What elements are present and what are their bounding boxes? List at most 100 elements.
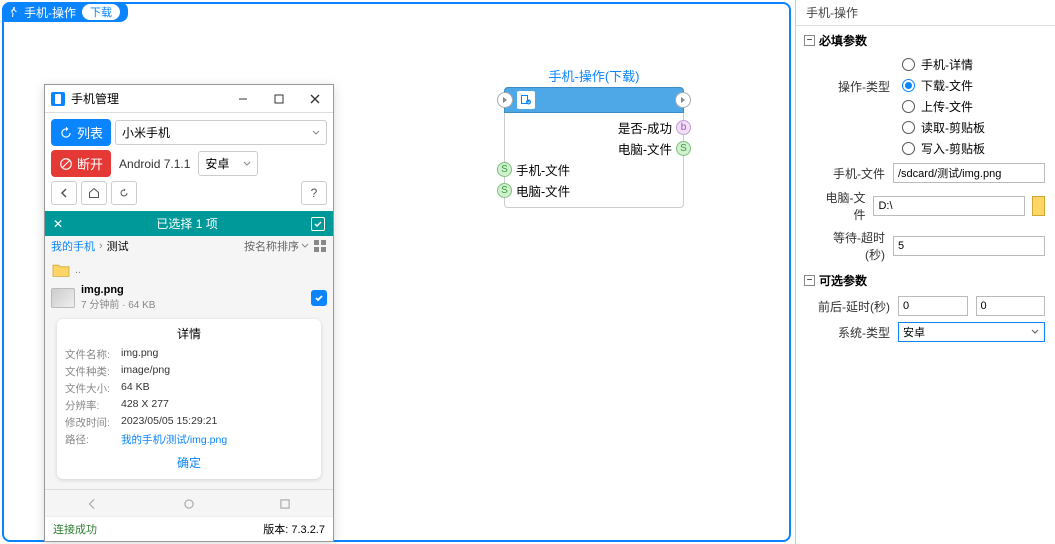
grid-view-icon[interactable] bbox=[313, 239, 327, 253]
node-input-row: S 手机-文件 bbox=[511, 159, 677, 180]
delay-before-input[interactable] bbox=[898, 296, 968, 316]
detail-label: 修改时间: bbox=[65, 415, 121, 430]
android-back-button[interactable] bbox=[78, 496, 108, 512]
selection-clear-button[interactable]: ✕ bbox=[53, 217, 63, 231]
detail-value: image/png bbox=[121, 364, 170, 379]
detail-label: 文件种类: bbox=[65, 364, 121, 379]
node-output-label: 电脑-文件 bbox=[618, 139, 672, 158]
radio-label: 下载-文件 bbox=[921, 77, 973, 94]
file-name: img.png bbox=[81, 284, 305, 296]
sys-type-select[interactable]: 安卓 bbox=[898, 322, 1045, 342]
pc-file-label: 电脑-文件 bbox=[818, 189, 865, 223]
delay-after-input[interactable] bbox=[976, 296, 1046, 316]
file-checkbox[interactable] bbox=[311, 290, 327, 306]
android-navbar bbox=[45, 489, 333, 516]
radio-icon bbox=[902, 58, 915, 71]
node-port-string[interactable]: S bbox=[497, 162, 512, 177]
folder-up-button[interactable]: .. bbox=[51, 260, 327, 280]
node-port-string[interactable]: S bbox=[497, 183, 512, 198]
node-input-label: 电脑-文件 bbox=[516, 181, 570, 200]
device-dropdown[interactable]: 小米手机 bbox=[115, 120, 327, 145]
node-title: 手机-操作(下载) bbox=[504, 66, 684, 85]
radio-phone-details[interactable]: 手机-详情 bbox=[902, 56, 985, 73]
nav-refresh-button[interactable] bbox=[111, 181, 137, 205]
detail-value: 428 X 277 bbox=[121, 398, 169, 413]
breadcrumb-root[interactable]: 我的手机 bbox=[51, 238, 95, 254]
selection-bar: ✕ 已选择 1 项 bbox=[45, 211, 333, 236]
file-thumbnail bbox=[51, 288, 75, 308]
section-optional[interactable]: − 可选参数 bbox=[796, 266, 1055, 293]
status-bar: 连接成功 版本: 7.3.2.7 bbox=[45, 516, 333, 541]
properties-panel: 手机-操作 − 必填参数 操作-类型 手机-详情 下载-文件 上传-文件 读取-… bbox=[795, 0, 1055, 544]
nav-back-button[interactable] bbox=[51, 181, 77, 205]
block-icon bbox=[59, 157, 73, 171]
node-port-bool[interactable]: b bbox=[676, 120, 691, 135]
detail-label: 分辨率: bbox=[65, 398, 121, 413]
connection-status: 连接成功 bbox=[53, 521, 97, 537]
folder-up-dots: .. bbox=[75, 264, 81, 276]
op-type-label: 操作-类型 bbox=[818, 56, 890, 95]
node-exec-in-port[interactable] bbox=[497, 92, 513, 108]
android-home-button[interactable] bbox=[174, 496, 204, 512]
node-exec-out-port[interactable] bbox=[675, 92, 691, 108]
version-label: 版本: 7.3.2.7 bbox=[263, 521, 325, 537]
flow-node[interactable]: 手机-操作(下载) 是否-成功 b 电脑-文件 S S 手机-文件 bbox=[504, 66, 684, 208]
os-type-value: 安卓 bbox=[205, 155, 229, 172]
os-version: Android 7.1.1 bbox=[115, 157, 194, 171]
disconnect-button[interactable]: 断开 bbox=[51, 150, 111, 177]
radio-read-clipboard[interactable]: 读取-剪贴板 bbox=[902, 119, 985, 136]
maximize-button[interactable] bbox=[261, 85, 297, 113]
list-button-label: 列表 bbox=[77, 123, 103, 142]
disconnect-button-label: 断开 bbox=[77, 154, 103, 173]
radio-write-clipboard[interactable]: 写入-剪贴板 bbox=[902, 140, 985, 157]
collapse-icon[interactable]: − bbox=[804, 35, 815, 46]
node-input-label: 手机-文件 bbox=[516, 160, 570, 179]
file-row[interactable]: img.png 7 分钟前 · 64 KB bbox=[51, 280, 327, 315]
window-title: 手机管理 bbox=[71, 90, 225, 107]
app-icon bbox=[51, 92, 65, 106]
help-button[interactable]: ? bbox=[301, 181, 327, 205]
select-all-checkbox[interactable] bbox=[311, 217, 325, 231]
detail-label: 文件大小: bbox=[65, 381, 121, 396]
detail-value: img.png bbox=[121, 347, 158, 362]
node-output-label: 是否-成功 bbox=[618, 118, 672, 137]
section-required[interactable]: − 必填参数 bbox=[796, 26, 1055, 53]
breadcrumb-sep: › bbox=[99, 240, 103, 252]
radio-label: 写入-剪贴板 bbox=[921, 140, 985, 157]
wait-timeout-input[interactable] bbox=[893, 236, 1045, 256]
nav-home-button[interactable] bbox=[81, 181, 107, 205]
radio-icon bbox=[902, 100, 915, 113]
close-button[interactable] bbox=[297, 85, 333, 113]
os-type-dropdown[interactable]: 安卓 bbox=[198, 151, 258, 176]
node-output-row: 是否-成功 b bbox=[511, 117, 677, 138]
sys-type-value: 安卓 bbox=[903, 324, 925, 340]
radio-label: 手机-详情 bbox=[921, 56, 973, 73]
list-button[interactable]: 列表 bbox=[51, 119, 111, 146]
radio-upload-file[interactable]: 上传-文件 bbox=[902, 98, 985, 115]
radio-label: 上传-文件 bbox=[921, 98, 973, 115]
android-recent-button[interactable] bbox=[270, 496, 300, 512]
node-icon bbox=[517, 91, 535, 109]
pc-file-input[interactable] bbox=[873, 196, 1025, 216]
folder-up-icon bbox=[51, 262, 71, 278]
sort-dropdown[interactable]: 按名称排序 bbox=[244, 238, 309, 254]
details-ok-button[interactable]: 确定 bbox=[65, 448, 313, 471]
radio-icon bbox=[902, 79, 915, 92]
node-port-string[interactable]: S bbox=[676, 141, 691, 156]
detail-value: 64 KB bbox=[121, 381, 150, 396]
header-tab[interactable]: 手机-操作 下载 bbox=[2, 2, 128, 22]
collapse-icon[interactable]: − bbox=[804, 275, 815, 286]
node-header[interactable] bbox=[504, 87, 684, 113]
file-meta: 7 分钟前 · 64 KB bbox=[81, 296, 305, 311]
detail-path-link[interactable]: 我的手机/测试/img.png bbox=[121, 432, 227, 447]
minimize-button[interactable] bbox=[225, 85, 261, 113]
phone-file-input[interactable] bbox=[893, 163, 1045, 183]
header-tab-label: 手机-操作 bbox=[24, 4, 76, 21]
sort-label: 按名称排序 bbox=[244, 238, 299, 254]
radio-download-file[interactable]: 下载-文件 bbox=[902, 77, 985, 94]
browse-folder-button[interactable] bbox=[1032, 196, 1045, 216]
detail-label: 文件名称: bbox=[65, 347, 121, 362]
window-titlebar[interactable]: 手机管理 bbox=[45, 85, 333, 113]
node-input-row: S 电脑-文件 bbox=[511, 180, 677, 201]
selection-count: 已选择 1 项 bbox=[69, 215, 305, 232]
